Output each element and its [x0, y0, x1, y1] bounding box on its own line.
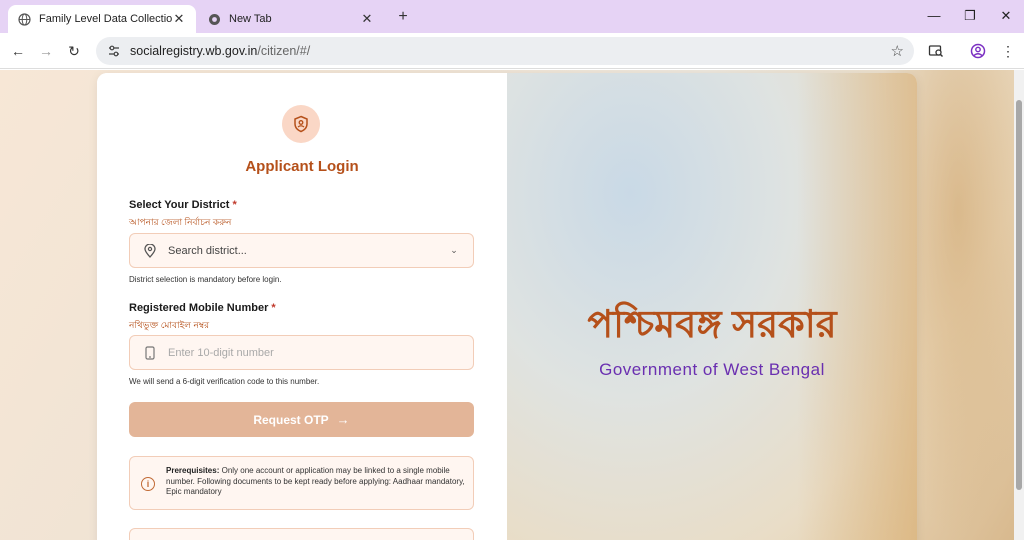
- browser-tabstrip: Family Level Data Collection Fo ✕ New Ta…: [0, 0, 1024, 33]
- site-info-icon[interactable]: [106, 43, 122, 59]
- close-window-icon[interactable]: ✕: [996, 6, 1016, 26]
- tab-new-tab[interactable]: New Tab ✕: [198, 5, 384, 33]
- info-icon: i: [141, 477, 155, 491]
- shield-user-icon: [282, 105, 320, 143]
- minimize-icon[interactable]: —: [924, 6, 944, 26]
- address-bar[interactable]: socialregistry.wb.gov.in/citizen/#/ ☆: [96, 37, 914, 65]
- phone-icon: [142, 345, 158, 361]
- globe-icon: [18, 12, 31, 26]
- forward-icon[interactable]: →: [36, 41, 56, 61]
- close-tab-icon[interactable]: ✕: [360, 11, 374, 26]
- restore-icon[interactable]: ❐: [960, 6, 980, 26]
- district-select[interactable]: Search district... ⌄: [129, 233, 474, 268]
- page-title: Applicant Login: [245, 158, 359, 175]
- district-hint: District selection is mandatory before l…: [129, 275, 282, 284]
- reload-icon[interactable]: ↻: [64, 41, 84, 61]
- prerequisites-notice: i Prerequisites: Only one account or app…: [129, 456, 474, 510]
- district-placeholder: Search district...: [168, 244, 247, 257]
- browser-toolbar: ← → ↻ socialregistry.wb.gov.in/citizen/#…: [0, 33, 1024, 69]
- chevron-down-icon: ⌄: [450, 245, 458, 255]
- request-otp-button[interactable]: Request OTP →: [129, 402, 474, 437]
- bookmark-star-icon[interactable]: ☆: [891, 42, 904, 60]
- secondary-notice: [129, 528, 474, 540]
- url-text: socialregistry.wb.gov.in/citizen/#/: [130, 44, 311, 58]
- prerequisites-text: Prerequisites: Only one account or appli…: [166, 466, 465, 496]
- bengali-title: পশ্চিমবঙ্গ সরকার: [587, 304, 837, 346]
- branding-panel: পশ্চিমবঙ্গ সরকার Government of West Beng…: [507, 73, 917, 540]
- login-panel: Applicant Login Select Your District * আ…: [97, 73, 507, 540]
- mobile-label: Registered Mobile Number *: [129, 302, 276, 314]
- scrollbar-thumb[interactable]: [1016, 100, 1022, 490]
- request-otp-label: Request OTP: [253, 412, 329, 427]
- login-card: Applicant Login Select Your District * আ…: [97, 73, 917, 540]
- location-pin-icon: [142, 243, 158, 259]
- mobile-input[interactable]: Enter 10-digit number: [129, 335, 474, 370]
- district-label: Select Your District *: [129, 199, 237, 211]
- close-tab-icon[interactable]: ✕: [172, 11, 186, 26]
- mobile-placeholder: Enter 10-digit number: [168, 346, 274, 359]
- tab-title: New Tab: [229, 13, 272, 25]
- district-sublabel: আপনার জেলা নির্বাচন করুন: [129, 217, 232, 227]
- tab-family-data[interactable]: Family Level Data Collection Fo ✕: [8, 5, 196, 33]
- chrome-icon: [208, 13, 221, 26]
- english-title: Government of West Bengal: [599, 360, 825, 379]
- mobile-hint: We will send a 6-digit verification code…: [129, 377, 320, 386]
- lens-search-icon[interactable]: [926, 41, 946, 61]
- menu-kebab-icon[interactable]: ⋮: [998, 41, 1018, 61]
- tab-title: Family Level Data Collection Fo: [39, 13, 172, 25]
- page-background: Applicant Login Select Your District * আ…: [0, 70, 1014, 540]
- new-tab-icon[interactable]: +: [394, 8, 412, 26]
- back-icon[interactable]: ←: [8, 41, 28, 61]
- mobile-sublabel: নথিভুক্ত মোবাইল নম্বর: [129, 320, 210, 330]
- page-scrollbar[interactable]: [1014, 70, 1024, 540]
- arrow-right-icon: →: [336, 412, 350, 427]
- profile-icon[interactable]: [968, 41, 988, 61]
